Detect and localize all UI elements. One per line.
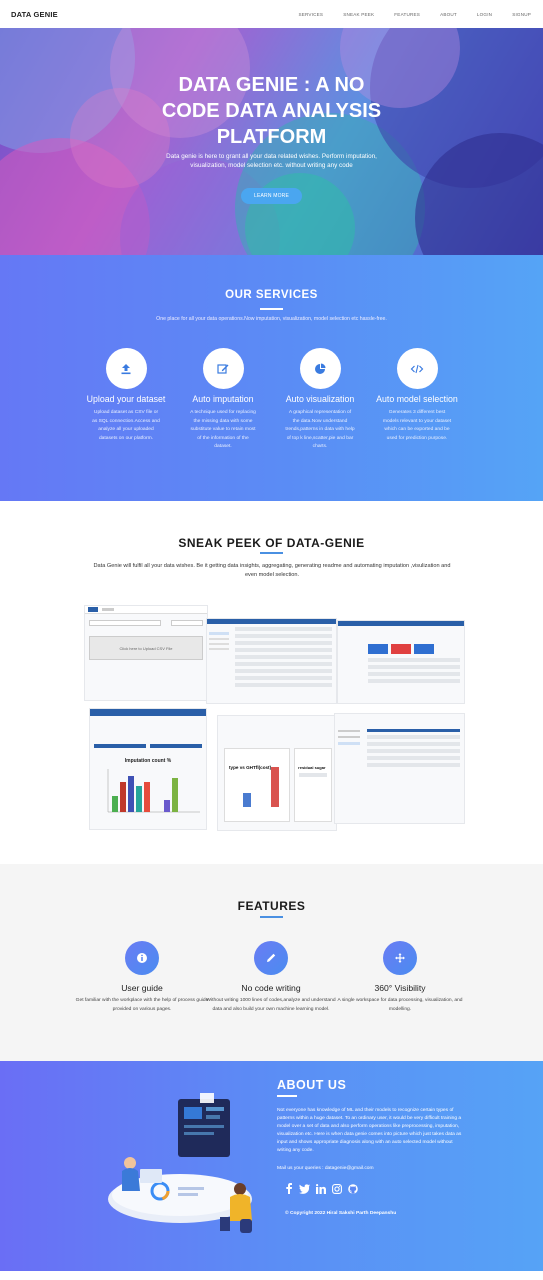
service-card-upload: Upload your dataset Upload dataset as CS… [85, 348, 167, 443]
feature-title: No code writing [241, 983, 301, 993]
upload-dropzone: Click here to Upload CSV File [89, 636, 203, 660]
info-icon [125, 941, 159, 975]
feature-card-user-guide: User guide Get familiar with the workpla… [72, 941, 212, 1014]
service-card-model-selection: Auto model selection Generates 3 differe… [376, 348, 458, 443]
feature-card-no-code: No code writing Without writing 1000 lin… [201, 941, 341, 1014]
service-title: Auto imputation [192, 394, 254, 404]
screenshot-tabs [85, 606, 207, 614]
contact-email[interactable]: Mail us your queries : datagenie@gmail.c… [277, 1166, 374, 1171]
feature-desc: Get familiar with the workplace with the… [75, 998, 209, 1012]
code-icon [396, 348, 438, 389]
copyright: © Copyright 2022 Hiral Sakshi Parth Deep… [285, 1211, 397, 1216]
arrows-icon [383, 941, 417, 975]
nav-links: SERVICES SNEAK PEEK FEATURES ABOUT LOGIN… [278, 12, 531, 17]
about-title: ABOUT US [277, 1078, 347, 1092]
nav-link-services[interactable]: SERVICES [298, 12, 323, 17]
screenshot-dashboard [337, 620, 465, 704]
feature-desc: A single workspace for data processing, … [337, 998, 463, 1012]
feature-title: User guide [121, 983, 163, 993]
service-title: Upload your dataset [86, 394, 166, 404]
about-text: Not everyone has knowledge of ML and the… [277, 1108, 462, 1154]
brand-logo[interactable]: DATA GENIE [11, 10, 58, 19]
chart-title-3: residual sugar [298, 765, 326, 770]
upload-icon [105, 348, 147, 389]
feature-card-visibility: 360° Visibility A single workspace for d… [330, 941, 470, 1014]
service-card-imputation: Auto imputation A technique used for rep… [182, 348, 264, 452]
instagram-icon[interactable] [331, 1183, 342, 1194]
pencil-icon [254, 941, 288, 975]
hero-title-line-2: CODE DATA ANALYSIS [161, 100, 382, 122]
feature-title: 360° Visibility [374, 983, 426, 993]
hero-subtitle: Data genie is here to grant all your dat… [166, 153, 377, 169]
hero-title-line-3: PLATFORM [216, 126, 327, 148]
screenshot-table [206, 618, 337, 704]
hero-title-line-1: DATA GENIE : A NO [178, 74, 365, 96]
services-section: OUR SERVICES One place for all your data… [0, 255, 543, 501]
hero-title: DATA GENIE : A NO CODE DATA ANALYSIS PLA… [0, 72, 543, 150]
screenshot-upload: Click here to Upload CSV File [84, 605, 208, 701]
service-desc: A technique used for replacing the missi… [190, 410, 256, 449]
sneak-peek-subtitle: Data Genie will fulfil all your data wis… [93, 563, 451, 578]
navbar: DATA GENIE SERVICES SNEAK PEEK FEATURES … [0, 0, 543, 28]
about-illustration [108, 1093, 252, 1233]
service-desc: Upload dataset as CSV file or as SQL con… [92, 410, 160, 441]
feature-desc: Without writing 1000 lines of codes,anal… [206, 998, 336, 1012]
nav-link-features[interactable]: FEATURES [394, 12, 420, 17]
imputation-bar-chart [107, 769, 200, 813]
screenshot-settings [334, 713, 465, 824]
facebook-icon[interactable] [283, 1183, 294, 1194]
services-subtitle: One place for all your data operations.N… [156, 316, 387, 322]
edit-icon [202, 348, 244, 389]
twitter-icon[interactable] [299, 1183, 310, 1194]
services-title-underline [260, 308, 283, 310]
social-links [283, 1183, 358, 1194]
features-underline [260, 916, 283, 918]
services-title: OUR SERVICES [225, 289, 318, 301]
screenshot-visualization: type vs GHTfl(cost) residual sugar [217, 715, 337, 831]
hero-section: DATA GENIE : A NO CODE DATA ANALYSIS PLA… [0, 28, 543, 255]
nav-link-sneak-peek[interactable]: SNEAK PEEK [343, 12, 374, 17]
nav-link-signup[interactable]: SIGNUP [512, 12, 531, 17]
sneak-peek-underline [260, 552, 283, 554]
nav-link-login[interactable]: LOGIN [477, 12, 492, 17]
service-card-visualization: Auto visualization A graphical represent… [279, 348, 361, 452]
page-bottom [0, 1271, 543, 1280]
service-desc: A graphical representation of the data.N… [285, 410, 355, 449]
service-title: Auto model selection [376, 394, 458, 404]
screenshot-imputation-chart: Imputation count % [89, 708, 207, 830]
features-section: FEATURES User guide Get familiar with th… [0, 864, 543, 1061]
linkedin-icon[interactable] [315, 1183, 326, 1194]
about-underline [277, 1095, 297, 1097]
chart-title-2: type vs GHTfl(cost) [229, 765, 272, 770]
pie-chart-icon [299, 348, 341, 389]
about-section: ABOUT US Not everyone has knowledge of M… [0, 1061, 543, 1271]
github-icon[interactable] [347, 1183, 358, 1194]
sneak-peek-section: SNEAK PEEK OF DATA-GENIE Data Genie will… [0, 501, 543, 864]
nav-link-about[interactable]: ABOUT [440, 12, 457, 17]
service-desc: Generates 3 different best models releva… [382, 410, 452, 441]
learn-more-button[interactable]: LEARN MORE [241, 188, 302, 204]
sneak-peek-title: SNEAK PEEK OF DATA-GENIE [178, 536, 365, 550]
service-title: Auto visualization [285, 394, 355, 404]
features-title: FEATURES [237, 899, 306, 913]
